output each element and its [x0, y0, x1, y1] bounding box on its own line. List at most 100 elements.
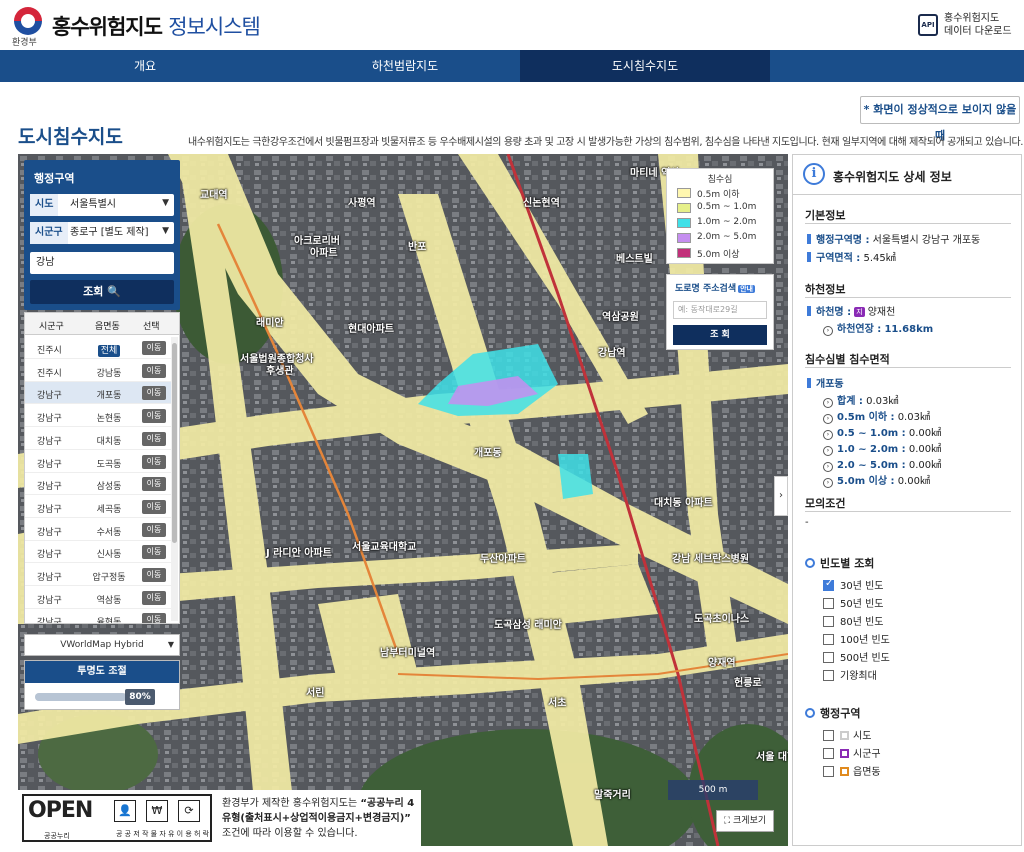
map-label-dogok: 도곡초이나스: [694, 614, 750, 625]
header: 환경부 홍수위험지도 정보시스템 API 홍수위험지도 데이터 다운로드: [0, 0, 1024, 50]
map-label-bestvill: 베스트빌: [616, 254, 653, 265]
checkbox[interactable]: [823, 578, 834, 591]
waterdrop-icon: [805, 558, 815, 568]
table-row[interactable]: 강남구 도곡동 이동: [25, 451, 171, 473]
sim-condition-value: -: [805, 517, 809, 528]
table-row[interactable]: 강남구 개포동 이동: [25, 382, 171, 405]
legend-swatch: [677, 188, 691, 198]
move-button[interactable]: 이동: [142, 341, 166, 355]
map-label-husaenggwan: 후생관: [266, 366, 294, 377]
nav-overview[interactable]: 개요: [0, 50, 290, 82]
legend-swatch: [677, 218, 691, 228]
basemap-select[interactable]: VWorldMap Hybrid ▼: [24, 634, 180, 656]
map-label-hyundai: 현대아파트: [348, 324, 394, 335]
move-button[interactable]: 이동: [142, 454, 166, 469]
move-button[interactable]: 이동: [142, 568, 166, 582]
frequency-option[interactable]: 100년 빈도: [823, 631, 890, 646]
scale-bar: 500 m: [668, 780, 758, 800]
checkbox[interactable]: [823, 634, 834, 645]
move-button[interactable]: 이동: [142, 499, 166, 514]
map-label-severance: 강남 세브란스병원: [672, 554, 750, 565]
chevron-down-icon: ▼: [162, 226, 169, 236]
table-row[interactable]: 강남구 신사동 이동: [25, 541, 171, 564]
chevron-down-icon: ▼: [167, 640, 174, 649]
opacity-handle[interactable]: 80%: [125, 689, 155, 705]
move-button[interactable]: 이동: [142, 409, 166, 424]
sido-select[interactable]: 시도 서울특별시 ▼: [30, 194, 174, 216]
depth-area-row: › 0.5 ~ 1.0m : 0.00㎢: [823, 424, 941, 440]
checkbox[interactable]: [823, 730, 834, 741]
table-row[interactable]: 진주시 강남동 이동: [25, 360, 171, 382]
move-button[interactable]: 이동: [142, 590, 166, 605]
map-view[interactable]: 신논현역 사평역 아크로리버 반포 아파트 래미안 현대아파트 서울법원종합청사…: [18, 154, 788, 846]
map-label-apt: 아파트: [310, 248, 338, 259]
checkbox[interactable]: [823, 616, 834, 627]
table-row[interactable]: 강남구 논현동 이동: [25, 405, 171, 428]
chevron-down-icon: ▼: [162, 198, 169, 208]
river-length-row: › 하천연장 : 11.68km: [823, 320, 933, 336]
ministry-logo[interactable]: [14, 7, 42, 35]
table-scrollbar[interactable]: [171, 337, 178, 621]
detail-info-title: 홍수위험지도 상세 정보: [833, 170, 952, 184]
move-button[interactable]: 이동: [142, 522, 166, 537]
search-button[interactable]: 조회 🔍: [30, 280, 174, 304]
table-row[interactable]: 강남구 압구정동 이동: [25, 564, 171, 586]
frequency-option[interactable]: 기왕최대: [823, 667, 877, 682]
table-row[interactable]: 강남구 역삼동 이동: [25, 587, 171, 609]
info-icon: i: [803, 163, 825, 185]
admin-zone-option[interactable]: 시도: [823, 727, 871, 742]
kogl-logo: OPEN 공공누리 👤 ₩ ⟳ 공 공 저 작 물 자 유 이 용 허 락: [22, 794, 212, 842]
nav-urban-flood-map[interactable]: 도시침수지도: [520, 50, 770, 82]
guide-badge[interactable]: 안내: [738, 285, 755, 293]
road-address-input[interactable]: 예: 동작대로29길: [673, 301, 767, 319]
frequency-option[interactable]: 50년 빈도: [823, 595, 884, 610]
ministry-name: 환경부: [12, 38, 37, 48]
table-row[interactable]: 강남구 삼성동 이동: [25, 473, 171, 496]
depth-area-row: › 1.0 ~ 2.0m : 0.00㎢: [823, 440, 941, 456]
table-row[interactable]: 강남구 율현동 이동: [25, 609, 171, 623]
move-button[interactable]: 이동: [142, 545, 166, 560]
opacity-panel: 투명도 조절 80%: [24, 660, 180, 710]
move-button[interactable]: 이동: [142, 363, 166, 378]
checkbox[interactable]: [823, 598, 834, 609]
road-search-button[interactable]: 조 회: [673, 325, 767, 345]
license-box: OPEN 공공누리 👤 ₩ ⟳ 공 공 저 작 물 자 유 이 용 허 락 환경…: [18, 790, 421, 846]
move-button[interactable]: 이동: [142, 386, 166, 401]
checkbox[interactable]: [823, 652, 834, 663]
frequency-option[interactable]: 80년 빈도: [823, 613, 884, 628]
frequency-option[interactable]: 30년 빈도: [823, 577, 884, 592]
api-download-button[interactable]: API 홍수위험지도 데이터 다운로드: [918, 12, 1018, 40]
frequency-title: 빈도별 조회: [805, 555, 874, 571]
admin-zone-option[interactable]: 시군구: [823, 745, 881, 760]
main-nav: 개요 하천범람지도 도시침수지도: [0, 50, 1024, 82]
move-button[interactable]: 이동: [142, 613, 166, 623]
site-title[interactable]: 홍수위험지도 정보시스템: [52, 11, 261, 41]
checkbox[interactable]: [823, 670, 834, 681]
nav-river-flood-map[interactable]: 하천범람지도: [290, 50, 520, 82]
zone-color-swatch: [840, 731, 849, 740]
dong-search-input[interactable]: 강남: [30, 252, 174, 274]
frequency-option[interactable]: 500년 빈도: [823, 649, 890, 664]
move-button[interactable]: 이동: [142, 477, 166, 492]
api-icon: API: [918, 14, 938, 36]
table-row[interactable]: 강남구 세곡동 이동: [25, 496, 171, 518]
sigungu-select[interactable]: 시군구 종로구 [별도 제작] ▼: [30, 222, 174, 244]
detail-info-panel: i 홍수위험지도 상세 정보 기본정보 행정구역명 : 서울특별시 강남구 개포…: [792, 154, 1022, 846]
display-issue-button[interactable]: * 화면이 정상적으로 보이지 않을때: [860, 96, 1020, 142]
chevron-right-icon[interactable]: ›: [774, 476, 788, 516]
license-text: 환경부가 제작한 홍수위험지도는 “공공누리 4유형(출처표시+상업적이용금지+…: [222, 798, 415, 839]
fullscreen-button[interactable]: ⛶ 크게보기: [716, 810, 774, 832]
basic-info-title: 기본정보: [805, 209, 846, 222]
table-row[interactable]: 진주시 전체 이동: [25, 337, 171, 359]
dong-list-table: 시군구 읍면동 선택 진주시 전체 이동 진주시 강남동 이동 강남구 개포동 이동 강남구 논현동…: [24, 312, 180, 624]
checkbox[interactable]: [823, 748, 834, 759]
table-row[interactable]: 강남구 대치동 이동: [25, 428, 171, 450]
move-button[interactable]: 이동: [142, 431, 166, 446]
checkbox[interactable]: [823, 766, 834, 777]
road-address-search: 도로명 주소검색 안내 예: 동작대로29길 조 회: [666, 274, 774, 350]
river-name-row: 하천명 : 지 양재천: [807, 303, 895, 318]
sim-condition-title: 모의조건: [805, 497, 846, 510]
table-row[interactable]: 강남구 수서동 이동: [25, 519, 171, 541]
map-label-maljukgeori: 말죽거리: [594, 790, 631, 801]
admin-zone-option[interactable]: 읍면동: [823, 763, 881, 778]
